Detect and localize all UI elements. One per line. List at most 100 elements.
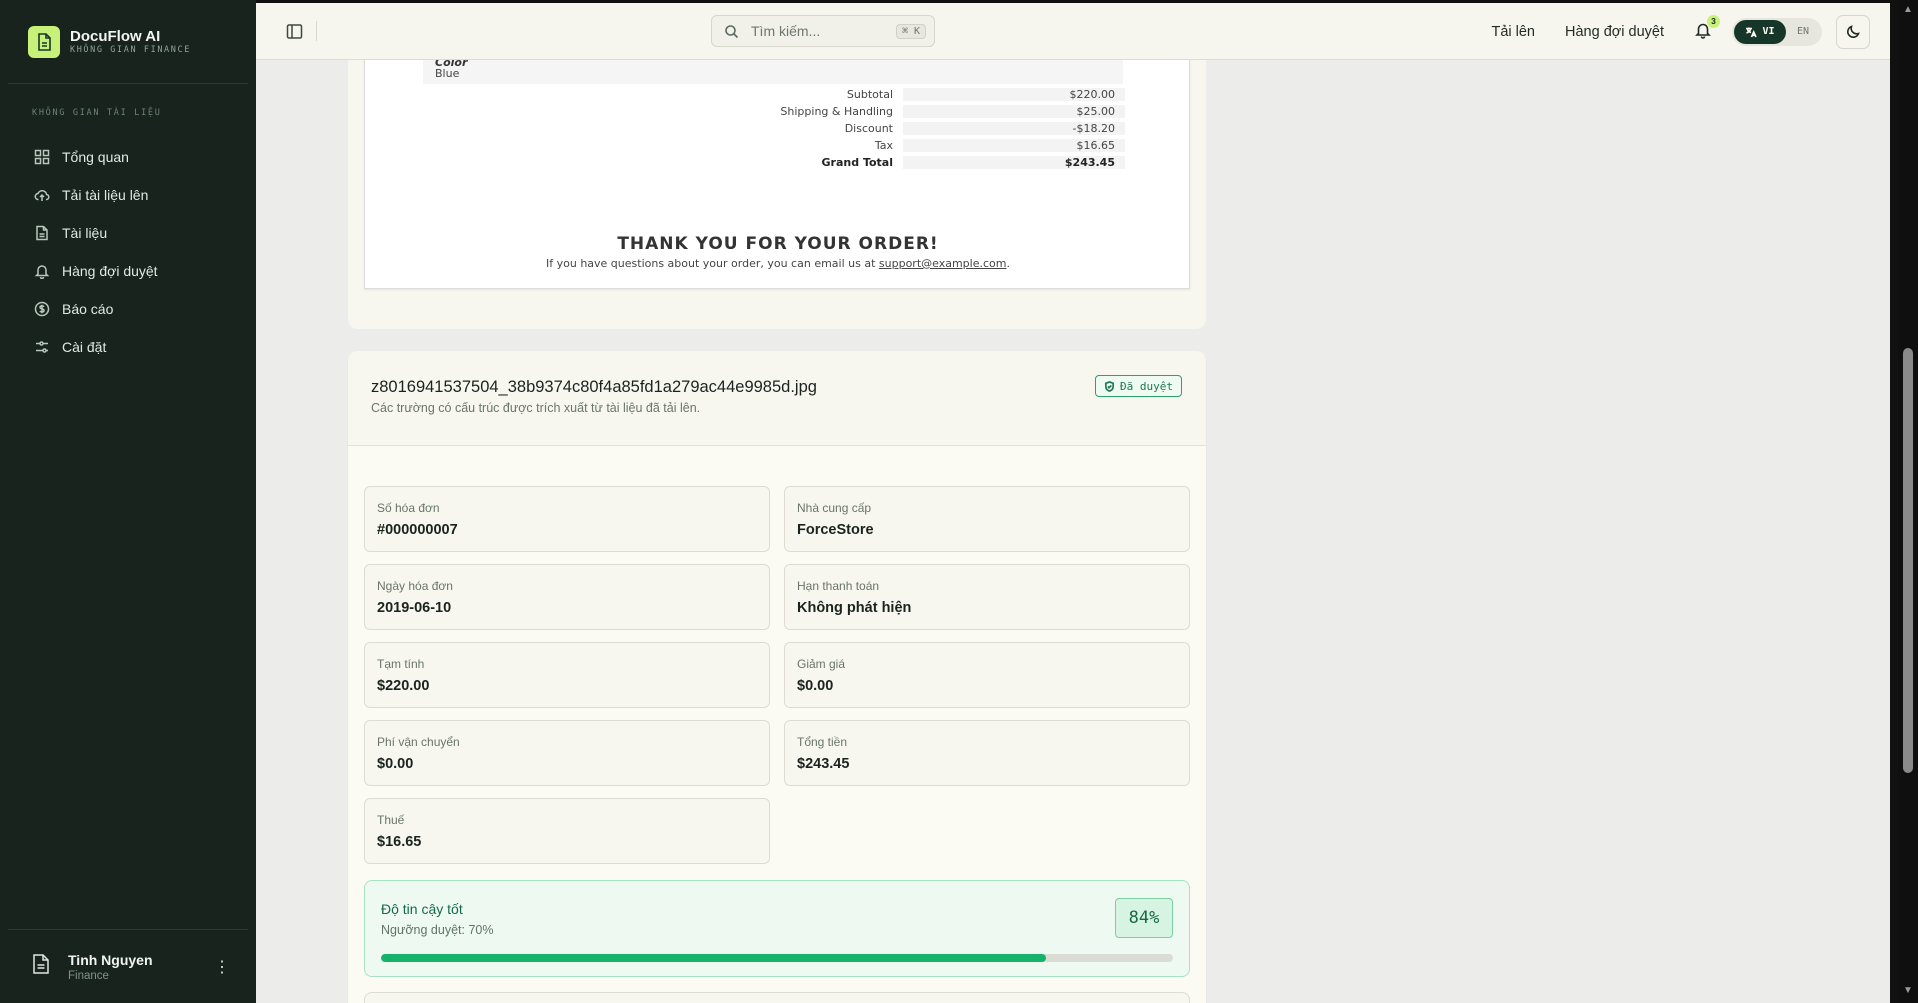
receipt-thanks: THANK YOU FOR YOUR ORDER! xyxy=(617,234,939,254)
field-vendor[interactable]: Nhà cung cấp ForceStore xyxy=(784,486,1190,552)
file-icon xyxy=(36,225,48,241)
document-preview-card: Color Blue Subtotal $220.00 Shipping & H… xyxy=(348,30,1206,329)
field-label: Tạm tính xyxy=(377,657,425,671)
confidence-progress-bar xyxy=(381,954,1173,962)
receipt-grand-total-row: Grand Total $243.45 xyxy=(365,156,1191,173)
field-value: $0.00 xyxy=(797,678,834,694)
upload-link[interactable]: Tải lên xyxy=(1491,24,1535,40)
sidebar-item-label: Tải tài liệu lên xyxy=(62,187,149,203)
nav-section-label: KHÔNG GIAN TÀI LIỆU xyxy=(32,108,162,118)
moon-icon xyxy=(1846,25,1860,38)
receipt-total-label: Discount xyxy=(844,122,893,135)
receipt-total-row: Discount -$18.20 xyxy=(365,122,1191,139)
field-tax[interactable]: Thuế $16.65 xyxy=(364,798,770,864)
search-icon xyxy=(725,24,739,38)
field-shipping[interactable]: Phí vận chuyển $0.00 xyxy=(364,720,770,786)
scroll-up-icon[interactable]: ▲ xyxy=(1902,4,1914,16)
sidebar-item-documents[interactable]: Tài liệu xyxy=(0,214,256,252)
field-label: Hạn thanh toán xyxy=(797,579,880,593)
sidebar-item-review-queue[interactable]: Hàng đợi duyệt xyxy=(0,252,256,290)
field-due-date[interactable]: Hạn thanh toán Không phát hiện xyxy=(784,564,1190,630)
card-header: z8016941537504_38b9374c80f4a85fd1a279ac4… xyxy=(348,351,1206,446)
search-input[interactable]: Tìm kiếm... ⌘ K xyxy=(711,15,935,47)
field-value: ForceStore xyxy=(797,522,874,538)
sidebar-item-label: Tài liệu xyxy=(62,225,108,241)
receipt-image: Color Blue Subtotal $220.00 Shipping & H… xyxy=(364,30,1190,289)
lang-option-vi[interactable]: VI xyxy=(1734,19,1786,44)
sidebar-item-upload[interactable]: Tải tài liệu lên xyxy=(0,176,256,214)
search-shortcut: ⌘ K xyxy=(895,23,926,39)
field-label: Số hóa đơn xyxy=(377,501,440,515)
receipt-total-row: Tax $16.65 xyxy=(365,139,1191,156)
confidence-title: Độ tin cậy tốt xyxy=(381,901,463,917)
field-label: Giảm giá xyxy=(797,657,846,671)
field-label: Nhà cung cấp xyxy=(797,501,872,515)
field-invoice-number[interactable]: Số hóa đơn #000000007 xyxy=(364,486,770,552)
receipt-total-value: $25.00 xyxy=(903,105,1125,118)
field-value: $220.00 xyxy=(377,678,430,694)
status-badge: Đã duyệt xyxy=(1095,375,1182,397)
receipt-total-label: Subtotal xyxy=(846,88,893,101)
sidebar-toggle-icon[interactable] xyxy=(278,15,310,47)
field-value: $0.00 xyxy=(377,756,414,772)
top-bar: Tìm kiếm... ⌘ K Tải lên Hàng đợi duyệt 3… xyxy=(256,0,1890,60)
sidebar-item-reports[interactable]: Báo cáo xyxy=(0,290,256,328)
sidebar-item-settings[interactable]: Cài đặt xyxy=(0,328,256,366)
receipt-contact-suffix: . xyxy=(1006,257,1010,270)
grid-icon xyxy=(34,149,50,165)
brand-subtitle: KHÔNG GIAN FINANCE xyxy=(70,44,191,55)
field-value: $243.45 xyxy=(797,756,850,772)
receipt-total-label: Grand Total xyxy=(821,156,893,169)
cloud-upload-icon xyxy=(34,189,50,201)
translate-icon xyxy=(1746,27,1758,37)
confidence-percent: 84% xyxy=(1115,898,1173,938)
receipt-contact-text: If you have questions about your order, … xyxy=(546,257,879,270)
field-value: Không phát hiện xyxy=(797,600,912,616)
confidence-panel: Độ tin cậy tốt Ngưỡng duyệt: 70% 84% xyxy=(364,880,1190,977)
receipt-total-value: $220.00 xyxy=(903,88,1125,101)
main-content: Color Blue Subtotal $220.00 Shipping & H… xyxy=(256,0,1890,1003)
theme-toggle-button[interactable] xyxy=(1836,14,1870,49)
field-label: Tổng tiền xyxy=(797,735,848,749)
lang-vi-label: VI xyxy=(1762,26,1775,37)
sidebar-item-label: Báo cáo xyxy=(62,301,114,317)
receipt-total-value: $243.45 xyxy=(903,156,1125,169)
sliders-icon xyxy=(36,341,48,353)
field-total[interactable]: Tổng tiền $243.45 xyxy=(784,720,1190,786)
dollar-circle-icon xyxy=(34,301,50,317)
search-placeholder: Tìm kiếm... xyxy=(751,23,821,39)
scroll-down-icon[interactable]: ▼ xyxy=(1902,985,1914,997)
extracted-fields-card: z8016941537504_38b9374c80f4a85fd1a279ac4… xyxy=(348,351,1206,1003)
confidence-threshold: Ngưỡng duyệt: 70% xyxy=(381,923,494,937)
receipt-total-label: Shipping & Handling xyxy=(780,105,893,118)
user-profile[interactable]: Tinh Nguyen Finance ⋮ xyxy=(8,929,248,1003)
lang-option-en[interactable]: EN xyxy=(1786,26,1820,37)
scrollbar-thumb[interactable] xyxy=(1903,348,1913,773)
field-discount[interactable]: Giảm giá $0.00 xyxy=(784,642,1190,708)
sidebar-item-label: Tổng quan xyxy=(62,149,129,165)
shield-check-icon xyxy=(1105,380,1115,392)
bell-icon xyxy=(34,265,50,279)
receipt-total-label: Tax xyxy=(874,139,893,152)
user-name: Tinh Nguyen xyxy=(68,951,153,968)
field-invoice-date[interactable]: Ngày hóa đơn 2019-06-10 xyxy=(364,564,770,630)
field-value: #000000007 xyxy=(377,522,458,538)
field-label: Phí vận chuyển xyxy=(377,735,460,749)
confidence-progress-fill xyxy=(381,954,1047,962)
sidebar-item-overview[interactable]: Tổng quan xyxy=(0,138,256,176)
field-label: Ngày hóa đơn xyxy=(377,579,453,593)
receipt-total-row: Shipping & Handling $25.00 xyxy=(365,105,1191,122)
receipt-total-row: Subtotal $220.00 xyxy=(365,88,1191,105)
receipt-total-value: -$18.20 xyxy=(903,122,1125,135)
language-switch[interactable]: VI EN xyxy=(1732,17,1822,46)
sidebar-item-label: Hàng đợi duyệt xyxy=(62,263,158,279)
sidebar-item-label: Cài đặt xyxy=(62,339,107,355)
status-label: Đã duyệt xyxy=(1120,379,1173,393)
receipt-contact-email: support@example.com xyxy=(878,257,1007,270)
more-vertical-icon[interactable]: ⋮ xyxy=(210,957,234,977)
field-subtotal[interactable]: Tạm tính $220.00 xyxy=(364,642,770,708)
notifications-button[interactable]: 3 xyxy=(1694,14,1720,43)
brand[interactable]: DocuFlow AI KHÔNG GIAN FINANCE xyxy=(8,0,248,84)
card-subtitle: Các trường có cấu trúc được trích xuất t… xyxy=(371,401,701,415)
review-queue-link[interactable]: Hàng đợi duyệt xyxy=(1565,24,1664,40)
